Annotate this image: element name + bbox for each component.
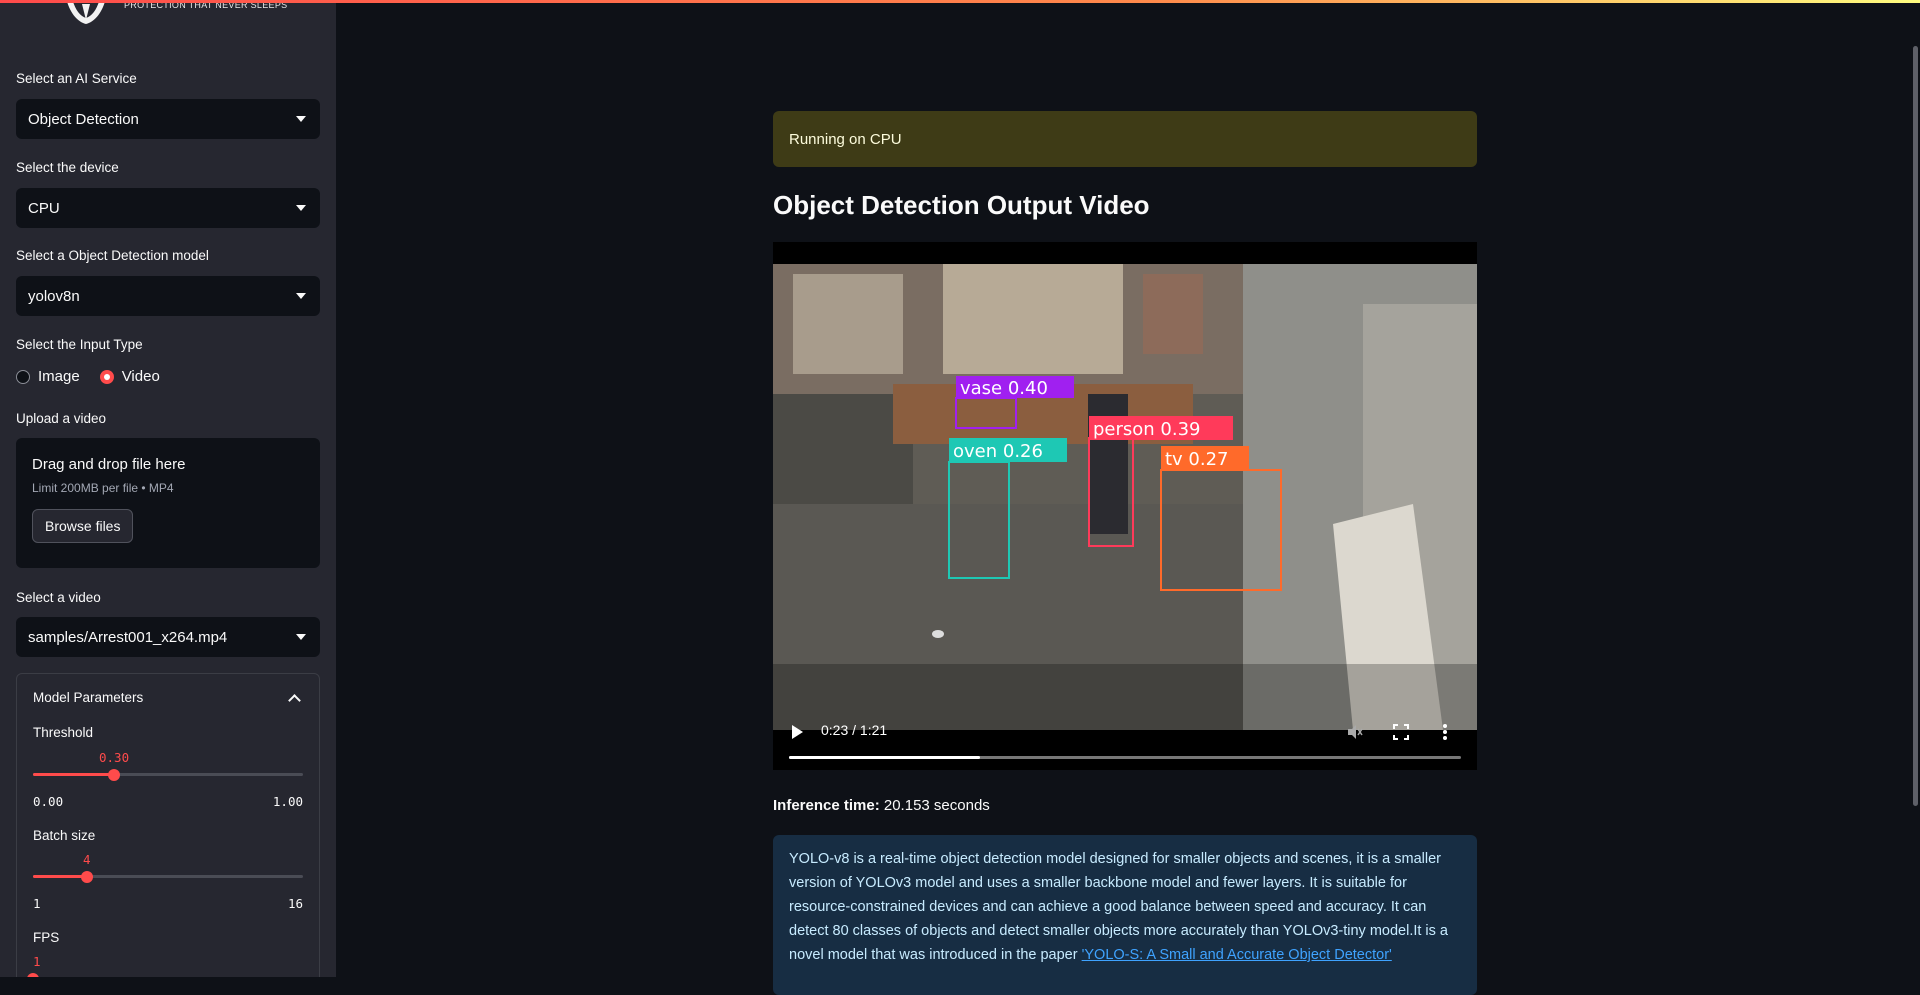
threshold-value: 0.30 bbox=[99, 750, 130, 765]
threshold-max: 1.00 bbox=[272, 794, 303, 809]
detection-label-tv: tv 0.27 bbox=[1165, 449, 1229, 470]
threshold-handle[interactable] bbox=[108, 768, 120, 781]
upload-label: Upload a video bbox=[16, 411, 107, 426]
dropzone-title: Drag and drop file here bbox=[32, 456, 186, 473]
device-select[interactable]: CPU bbox=[16, 188, 320, 228]
video-controls: 0:23 / 1:21 bbox=[773, 712, 1477, 770]
service-label: Select an AI Service bbox=[16, 71, 137, 86]
status-alert: Running on CPU bbox=[773, 111, 1477, 167]
model-select-value: yolov8n bbox=[28, 287, 80, 305]
model-label: Select a Object Detection model bbox=[16, 248, 209, 263]
inference-time: Inference time: 20.153 seconds bbox=[773, 797, 990, 814]
video-select-value: samples/Arrest001_x264.mp4 bbox=[28, 628, 228, 646]
chevron-down-icon bbox=[296, 634, 306, 640]
inference-label: Inference time: bbox=[773, 797, 880, 814]
radio-unchecked-icon bbox=[16, 369, 30, 384]
sidebar: PROTECTION THAT NEVER SLEEPS Select an A… bbox=[0, 0, 336, 977]
fps-handle[interactable] bbox=[27, 972, 39, 977]
service-select[interactable]: Object Detection bbox=[16, 99, 320, 139]
detection-label-oven: oven 0.26 bbox=[953, 441, 1043, 462]
batch-label: Batch size bbox=[33, 828, 96, 843]
chevron-down-icon bbox=[296, 205, 306, 211]
input-type-radio-group: Image Video bbox=[16, 368, 160, 385]
detection-label-vase: vase 0.40 bbox=[960, 378, 1048, 399]
detection-label-person: person 0.39 bbox=[1093, 419, 1201, 440]
video-progress-bar[interactable] bbox=[789, 756, 1461, 759]
fps-value: 1 bbox=[33, 954, 41, 969]
input-type-label: Select the Input Type bbox=[16, 337, 143, 352]
device-select-value: CPU bbox=[28, 199, 60, 217]
inference-value: 20.153 seconds bbox=[883, 797, 990, 814]
page-title: Object Detection Output Video bbox=[773, 190, 1150, 220]
brand-logo: PROTECTION THAT NEVER SLEEPS bbox=[60, 0, 290, 28]
threshold-slider[interactable] bbox=[33, 768, 303, 781]
batch-slider-block: Batch size 4 1 16 bbox=[33, 828, 303, 911]
video-select[interactable]: samples/Arrest001_x264.mp4 bbox=[16, 617, 320, 657]
model-select[interactable]: yolov8n bbox=[16, 276, 320, 316]
radio-checked-icon bbox=[99, 369, 114, 384]
chevron-down-icon bbox=[296, 116, 306, 122]
batch-handle[interactable] bbox=[81, 870, 93, 883]
radio-video-label: Video bbox=[121, 368, 160, 385]
model-parameters-expander: Model Parameters Threshold 0.30 0.00 1.0… bbox=[16, 673, 320, 977]
threshold-slider-block: Threshold 0.30 0.00 1.00 bbox=[33, 725, 303, 809]
model-info-box: YOLO-v8 is a real-time object detection … bbox=[773, 835, 1477, 995]
file-dropzone[interactable]: Drag and drop file here Limit 200MB per … bbox=[16, 438, 320, 568]
chevron-down-icon bbox=[296, 293, 306, 299]
device-label: Select the device bbox=[16, 160, 119, 175]
dropzone-limit: Limit 200MB per file • MP4 bbox=[32, 481, 174, 495]
browse-files-button[interactable]: Browse files bbox=[32, 509, 134, 543]
fullscreen-icon[interactable] bbox=[1393, 724, 1409, 740]
radio-image[interactable]: Image bbox=[16, 368, 80, 385]
fps-label: FPS bbox=[33, 930, 60, 945]
threshold-fill bbox=[33, 773, 114, 776]
top-decoration-bar bbox=[0, 0, 1920, 3]
radio-image-label: Image bbox=[38, 368, 80, 385]
batch-fill bbox=[33, 875, 87, 878]
batch-slider[interactable] bbox=[33, 870, 303, 883]
batch-value: 4 bbox=[83, 852, 91, 867]
video-progress-played bbox=[789, 756, 980, 759]
video-select-label: Select a video bbox=[16, 590, 101, 605]
more-options-icon[interactable] bbox=[1442, 723, 1448, 741]
radio-video[interactable]: Video bbox=[99, 368, 160, 385]
volume-muted-icon[interactable] bbox=[1346, 723, 1364, 741]
batch-min: 1 bbox=[33, 896, 41, 911]
video-frame: vase 0.40 oven 0.26 person 0.39 tv 0.27 bbox=[773, 264, 1477, 730]
expander-header[interactable]: Model Parameters bbox=[33, 690, 303, 707]
chevron-up-icon bbox=[288, 694, 301, 707]
threshold-label: Threshold bbox=[33, 725, 94, 740]
play-icon[interactable] bbox=[790, 724, 804, 740]
fps-slider-block: FPS 1 bbox=[27, 930, 303, 977]
paper-link[interactable]: 'YOLO-S: A Small and Accurate Object Det… bbox=[1082, 947, 1392, 963]
batch-max: 16 bbox=[287, 896, 303, 911]
expander-title: Model Parameters bbox=[33, 690, 144, 705]
video-time: 0:23 / 1:21 bbox=[821, 722, 888, 738]
video-player[interactable]: vase 0.40 oven 0.26 person 0.39 tv 0.27 … bbox=[773, 242, 1477, 770]
main-content: Running on CPU Object Detection Output V… bbox=[336, 0, 1920, 995]
main-scrollbar[interactable] bbox=[1913, 46, 1918, 806]
service-select-value: Object Detection bbox=[28, 110, 139, 128]
threshold-min: 0.00 bbox=[33, 794, 64, 809]
helmet-logo-icon bbox=[66, 0, 106, 24]
